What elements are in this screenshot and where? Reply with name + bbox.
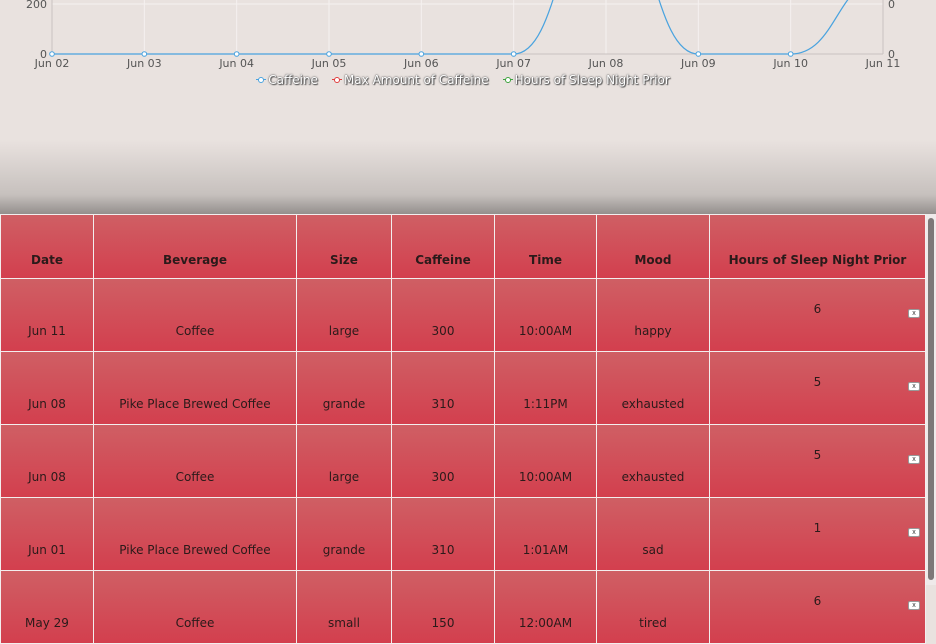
data-point-caffeine [510, 51, 517, 57]
x-tick-label: Jun 03 [126, 57, 162, 70]
x-tick-label: Jun 11 [865, 57, 901, 70]
delete-row-button[interactable]: x [908, 309, 920, 318]
data-point-caffeine [326, 51, 332, 57]
legend-marker-icon [256, 75, 267, 85]
cell-size: large [297, 279, 391, 351]
cell-mood: exhausted [597, 352, 709, 424]
legend-item-caffeine[interactable]: Caffeine [256, 73, 318, 87]
x-tick-label: Jun 06 [403, 57, 439, 70]
cell-sleep: 6x [710, 279, 925, 351]
legend-item-max-caffeine[interactable]: Max Amount of Caffeine [331, 73, 489, 87]
x-tick-label: Jun 08 [588, 57, 624, 70]
header-sleep[interactable]: Hours of Sleep Night Prior [710, 215, 925, 278]
sleep-value: 6 [813, 594, 822, 608]
x-tick-label: Jun 05 [311, 57, 347, 70]
data-point-caffeine [233, 51, 240, 57]
data-point-caffeine [787, 51, 794, 57]
cell-beverage: Coffee [94, 425, 296, 497]
cell-mood: sad [597, 498, 709, 570]
header-time[interactable]: Time [495, 215, 596, 278]
cell-time: 12:00AM [495, 571, 596, 643]
legend-label: Max Amount of Caffeine [343, 73, 489, 87]
cell-time: 10:00AM [495, 279, 596, 351]
sleep-value: 5 [813, 375, 822, 389]
y2-tick-label: 0 [888, 0, 895, 11]
cell-caffeine: 300 [392, 279, 494, 351]
cell-date: Jun 08 [1, 425, 93, 497]
cell-caffeine: 310 [392, 352, 494, 424]
cell-date: Jun 01 [1, 498, 93, 570]
cell-date: Jun 11 [1, 279, 93, 351]
header-beverage[interactable]: Beverage [94, 215, 296, 278]
cell-sleep: 6x [710, 571, 925, 643]
table-header-row: Date Beverage Size Caffeine Time Mood Ho… [1, 215, 925, 278]
cell-time: 1:11PM [495, 352, 596, 424]
cell-mood: happy [597, 279, 709, 351]
chart-legend: Caffeine Max Amount of Caffeine Hours of… [0, 73, 926, 87]
cell-sleep: 5x [710, 425, 925, 497]
cell-mood: tired [597, 571, 709, 643]
section-shadow [0, 140, 936, 218]
delete-row-button[interactable]: x [908, 601, 920, 610]
header-mood[interactable]: Mood [597, 215, 709, 278]
legend-label: Caffeine [268, 73, 318, 87]
delete-row-button[interactable]: x [908, 382, 920, 391]
cell-caffeine: 300 [392, 425, 494, 497]
y-tick-label: 200 [26, 0, 47, 11]
table-row: Jun 11 Coffee large 300 10:00AM happy 6 x [1, 279, 925, 351]
cell-caffeine: 310 [392, 498, 494, 570]
cell-beverage: Pike Place Brewed Coffee [94, 352, 296, 424]
legend-label: Hours of Sleep Night Prior [514, 73, 670, 87]
x-tick-label: Jun 04 [218, 57, 254, 70]
caffeine-log-table: Date Beverage Size Caffeine Time Mood Ho… [0, 214, 926, 644]
cell-time: 10:00AM [495, 425, 596, 497]
x-tick-label: Jun 09 [680, 57, 716, 70]
cell-sleep: 5x [710, 352, 925, 424]
delete-row-button[interactable]: x [908, 455, 920, 464]
legend-item-sleep[interactable]: Hours of Sleep Night Prior [502, 73, 670, 87]
cell-time: 1:01AM [495, 498, 596, 570]
header-date[interactable]: Date [1, 215, 93, 278]
table-row: Jun 01 Pike Place Brewed Coffee grande 310 1… [1, 498, 925, 570]
cell-sleep: 1x [710, 498, 925, 570]
cell-size: small [297, 571, 391, 643]
data-point-caffeine [141, 51, 148, 57]
data-point-caffeine [695, 51, 702, 57]
header-caffeine[interactable]: Caffeine [392, 215, 494, 278]
table-row: May 29 Coffee small 150 12:00AM tired 6 x [1, 571, 925, 643]
table-row: Jun 08 Pike Place Brewed Coffee grande 310 1… [1, 352, 925, 424]
x-tick-label: Jun 10 [772, 57, 808, 70]
data-point-caffeine [418, 51, 425, 57]
cell-mood: exhausted [597, 425, 709, 497]
sleep-value: 6 [813, 302, 822, 316]
sleep-value: 5 [813, 448, 822, 462]
cell-beverage: Coffee [94, 279, 296, 351]
series-line-caffeine [51, 0, 849, 55]
cell-beverage: Coffee [94, 571, 296, 643]
legend-marker-icon [331, 75, 342, 85]
sleep-value: 1 [813, 521, 822, 535]
cell-date: Jun 08 [1, 352, 93, 424]
cell-size: large [297, 425, 391, 497]
cell-size: grande [297, 498, 391, 570]
cell-caffeine: 150 [392, 571, 494, 643]
x-tick-label: Jun 02 [34, 57, 70, 70]
cell-beverage: Pike Place Brewed Coffee [94, 498, 296, 570]
cell-date: May 29 [1, 571, 93, 643]
delete-row-button[interactable]: x [908, 528, 920, 537]
x-tick-label: Jun 07 [495, 57, 531, 70]
table-row: Jun 08 Coffee large 300 10:00AM exhausted 5 x [1, 425, 925, 497]
scrollbar-thumb[interactable] [928, 218, 934, 580]
legend-marker-icon [502, 75, 513, 85]
header-size[interactable]: Size [297, 215, 391, 278]
data-point-caffeine [49, 51, 55, 57]
cell-size: grande [297, 352, 391, 424]
